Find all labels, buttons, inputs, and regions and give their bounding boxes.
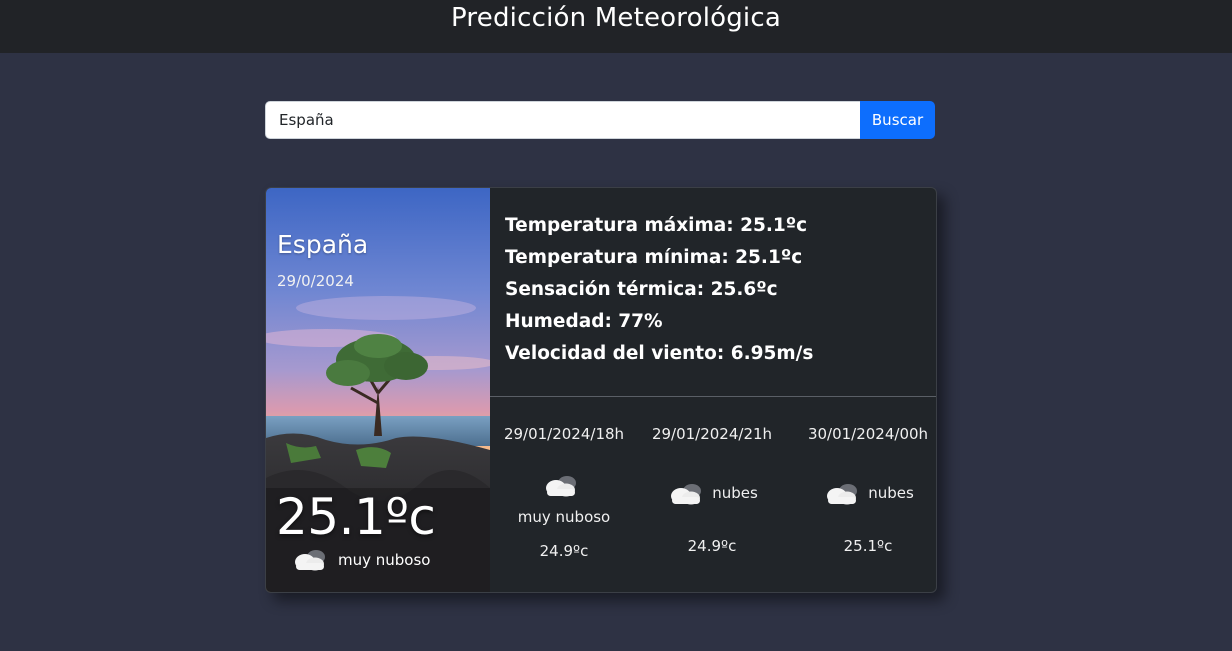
forecast-item: 29/01/2024/18h muy nuboso 24.9ºc bbox=[490, 424, 638, 561]
search-input[interactable] bbox=[265, 101, 860, 139]
search-form: Buscar bbox=[265, 101, 935, 139]
forecast-description: nubes bbox=[712, 484, 758, 502]
weather-details: Temperatura máxima: 25.1ºc Temperatura m… bbox=[505, 210, 813, 370]
forecast-condition: nubes bbox=[638, 474, 786, 513]
current-description: muy nuboso bbox=[338, 551, 431, 569]
forecast-description: muy nuboso bbox=[517, 508, 611, 526]
current-temperature: 25.1ºc bbox=[276, 488, 436, 546]
divider bbox=[490, 396, 936, 397]
current-date: 29/0/2024 bbox=[277, 272, 354, 290]
cloud-icon bbox=[822, 482, 862, 506]
forecast-datetime: 29/01/2024/18h bbox=[503, 425, 625, 443]
search-button[interactable]: Buscar bbox=[860, 101, 935, 139]
page-title: Predicción Meteorológica bbox=[451, 3, 781, 33]
forecast-temperature: 24.9ºc bbox=[539, 542, 589, 560]
forecast-datetime: 30/01/2024/00h bbox=[807, 425, 929, 443]
forecast-item: 29/01/2024/21h nubes 24.9ºc bbox=[638, 424, 786, 556]
cloud-icon bbox=[666, 482, 706, 506]
cloud-icon bbox=[290, 548, 330, 572]
max-temperature: Temperatura máxima: 25.1ºc bbox=[505, 215, 808, 236]
forecast-description: nubes bbox=[868, 484, 914, 502]
feels-like: Sensación térmica: 25.6ºc bbox=[505, 279, 778, 300]
cloud-icon bbox=[541, 474, 581, 498]
humidity: Humedad: 77% bbox=[505, 311, 663, 332]
forecast-condition: muy nuboso bbox=[509, 474, 619, 537]
forecast-condition: nubes bbox=[794, 474, 936, 513]
forecast-datetime: 29/01/2024/21h bbox=[651, 425, 773, 443]
current-condition: muy nuboso bbox=[290, 548, 430, 572]
forecast-item: 30/01/2024/00h nubes 25.1ºc bbox=[794, 424, 936, 556]
weather-card: España 29/0/2024 25.1ºc muy nuboso Tempe… bbox=[265, 187, 937, 593]
forecast-temperature: 25.1ºc bbox=[843, 537, 893, 555]
forecast-list: 29/01/2024/18h muy nuboso 24.9ºc 29/01/2… bbox=[490, 424, 936, 584]
min-temperature: Temperatura mínima: 25.1ºc bbox=[505, 247, 803, 268]
city-name: España bbox=[277, 230, 369, 259]
wind-speed: Velocidad del viento: 6.95m/s bbox=[505, 343, 814, 364]
header-bar: Predicción Meteorológica bbox=[0, 0, 1232, 53]
city-photo-panel: España 29/0/2024 25.1ºc muy nuboso bbox=[266, 188, 490, 592]
forecast-temperature: 24.9ºc bbox=[687, 537, 737, 555]
